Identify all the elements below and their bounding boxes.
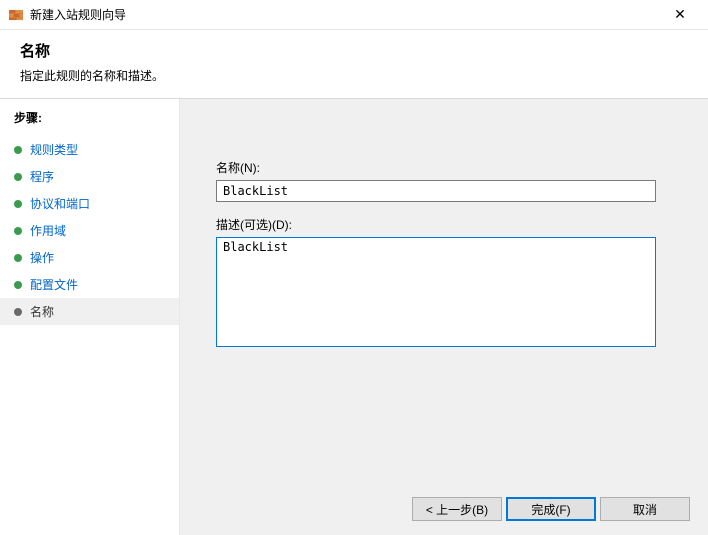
step-bullet-icon [14, 308, 22, 316]
sidebar-item-4[interactable]: 操作 [0, 244, 179, 271]
sidebar-item-label: 配置文件 [30, 276, 78, 293]
step-bullet-icon [14, 227, 22, 235]
close-button[interactable]: ✕ [660, 0, 700, 29]
name-label: 名称(N): [216, 159, 672, 176]
name-input[interactable] [216, 180, 656, 202]
steps-title: 步骤: [0, 107, 179, 136]
wizard-window: 新建入站规则向导 ✕ 名称 指定此规则的名称和描述。 步骤: 规则类型程序协议和… [0, 0, 708, 535]
sidebar-item-6[interactable]: 名称 [0, 298, 179, 325]
step-bullet-icon [14, 281, 22, 289]
finish-button[interactable]: 完成(F) [506, 497, 596, 521]
title-bar: 新建入站规则向导 ✕ [0, 0, 708, 30]
name-field-group: 名称(N): [216, 159, 672, 202]
page-subtitle: 指定此规则的名称和描述。 [20, 67, 688, 84]
description-input[interactable] [216, 237, 656, 347]
content-pane: 名称(N): 描述(可选)(D): < 上一步(B) 完成(F) 取消 [180, 99, 708, 535]
firewall-icon [8, 7, 24, 23]
step-bullet-icon [14, 254, 22, 262]
steps-sidebar: 步骤: 规则类型程序协议和端口作用域操作配置文件名称 [0, 99, 180, 535]
step-bullet-icon [14, 146, 22, 154]
sidebar-item-2[interactable]: 协议和端口 [0, 190, 179, 217]
step-bullet-icon [14, 173, 22, 181]
back-button[interactable]: < 上一步(B) [412, 497, 502, 521]
sidebar-item-1[interactable]: 程序 [0, 163, 179, 190]
page-title: 名称 [20, 40, 688, 61]
sidebar-item-label: 程序 [30, 168, 54, 185]
sidebar-item-label: 操作 [30, 249, 54, 266]
close-icon: ✕ [674, 6, 686, 23]
sidebar-item-label: 协议和端口 [30, 195, 90, 212]
window-title: 新建入站规则向导 [30, 6, 660, 23]
sidebar-item-3[interactable]: 作用域 [0, 217, 179, 244]
step-bullet-icon [14, 200, 22, 208]
body: 步骤: 规则类型程序协议和端口作用域操作配置文件名称 名称(N): 描述(可选)… [0, 99, 708, 535]
header: 名称 指定此规则的名称和描述。 [0, 30, 708, 99]
sidebar-item-label: 作用域 [30, 222, 66, 239]
sidebar-item-5[interactable]: 配置文件 [0, 271, 179, 298]
sidebar-item-label: 名称 [30, 303, 54, 320]
button-row: < 上一步(B) 完成(F) 取消 [412, 497, 690, 521]
description-field-group: 描述(可选)(D): [216, 216, 672, 347]
description-label: 描述(可选)(D): [216, 216, 672, 233]
sidebar-item-label: 规则类型 [30, 141, 78, 158]
cancel-button[interactable]: 取消 [600, 497, 690, 521]
sidebar-item-0[interactable]: 规则类型 [0, 136, 179, 163]
